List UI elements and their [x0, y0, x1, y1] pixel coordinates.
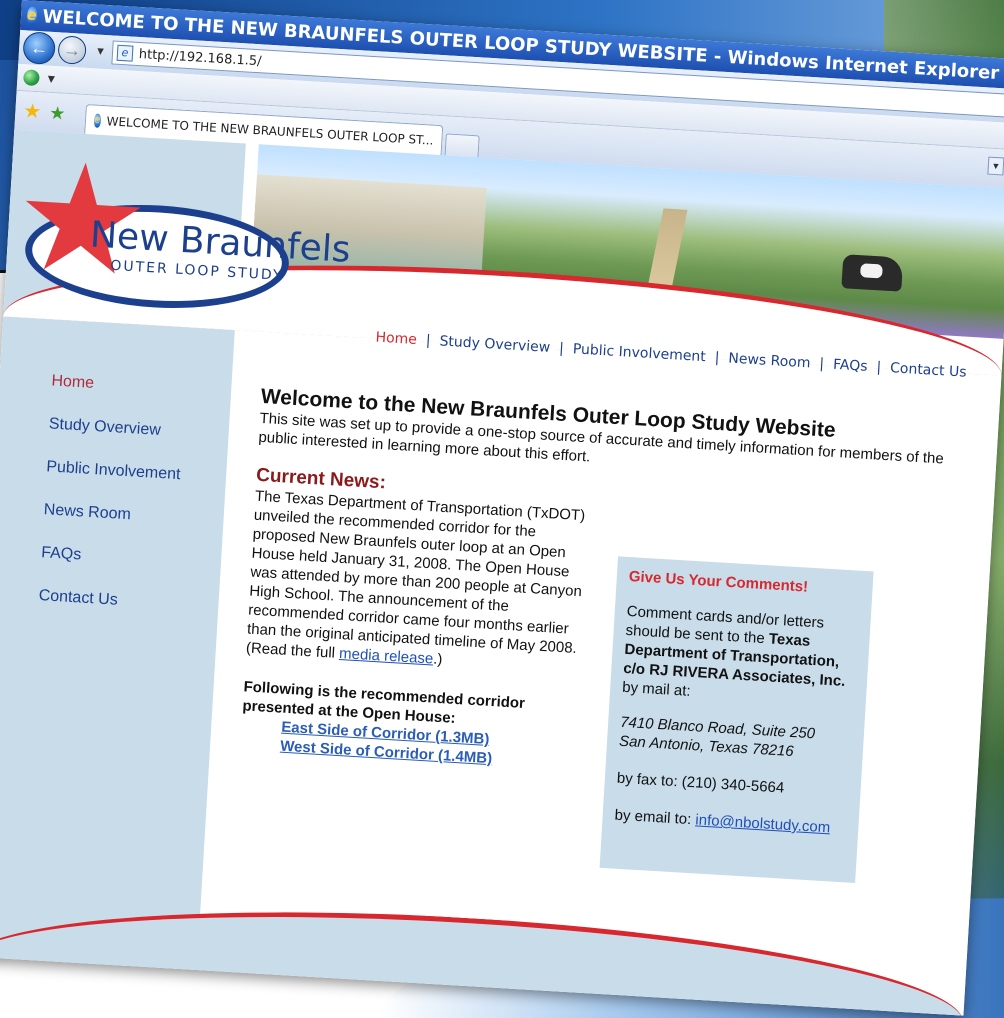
sidenav-public-involvement[interactable]: Public Involvement: [46, 458, 181, 484]
web-page: ★ New Braunfels OUTER LOOP STUDY Home | St…: [0, 129, 1004, 1016]
news-text: The Texas Department of Transportation (…: [245, 487, 586, 662]
topnav-faqs[interactable]: FAQs: [833, 357, 868, 375]
sidenav-contact-us[interactable]: Contact Us: [38, 587, 173, 613]
topnav-home[interactable]: Home: [375, 330, 417, 348]
comments-box: Give Us Your Comments! Comment cards and…: [599, 556, 874, 883]
browser-window: e WELCOME TO THE NEW BRAUNFELS OUTER LOO…: [0, 0, 1004, 1016]
comments-fax: by fax to: (210) 340-5664: [616, 769, 785, 797]
new-tab-button[interactable]: [444, 133, 480, 159]
sidenav-study-overview[interactable]: Study Overview: [48, 415, 183, 441]
address-dropdown-icon[interactable]: ▼: [987, 156, 1004, 176]
mailing-address: 7410 Blanco Road, Suite 250 San Antonio,…: [619, 713, 855, 765]
forward-button[interactable]: →: [57, 35, 87, 65]
comments-intro: Comment cards and/or letters should be s…: [623, 602, 861, 692]
news-text-end: .): [432, 650, 443, 669]
nav-separator: |: [875, 359, 882, 376]
dropdown-icon[interactable]: ▼: [45, 72, 58, 87]
comments-heading: Give Us Your Comments!: [628, 568, 809, 596]
back-button[interactable]: ←: [22, 31, 57, 66]
nav-separator: |: [818, 355, 825, 373]
side-nav: Home Study Overview Public Involvement N…: [37, 372, 186, 638]
email-label: by email to:: [614, 806, 696, 829]
media-release-link[interactable]: media release: [339, 645, 434, 668]
sidenav-news-room[interactable]: News Room: [43, 501, 178, 527]
globe-icon[interactable]: [22, 69, 40, 87]
comments-email: by email to: info@nbolstudy.com: [614, 806, 849, 839]
nav-separator: |: [425, 332, 432, 349]
nav-separator: |: [558, 340, 565, 357]
site-logo[interactable]: ★ New Braunfels OUTER LOOP STUDY: [10, 131, 352, 318]
nav-separator: |: [714, 349, 720, 366]
url-text: http://192.168.1.5/: [138, 46, 262, 69]
email-link[interactable]: info@nbolstudy.com: [695, 811, 831, 836]
sidenav-faqs[interactable]: FAQs: [41, 544, 176, 570]
ie-icon: e: [93, 113, 102, 128]
history-dropdown-icon[interactable]: ▼: [95, 45, 107, 58]
news-body: The Texas Department of Transportation (…: [245, 487, 595, 678]
topnav-contact-us[interactable]: Contact Us: [890, 360, 967, 381]
add-favorites-icon[interactable]: ★: [49, 103, 66, 125]
ie-icon: e: [26, 6, 38, 25]
page-icon: e: [116, 44, 134, 62]
horse-image: [841, 254, 904, 292]
favorites-star-icon[interactable]: ★: [23, 98, 42, 124]
